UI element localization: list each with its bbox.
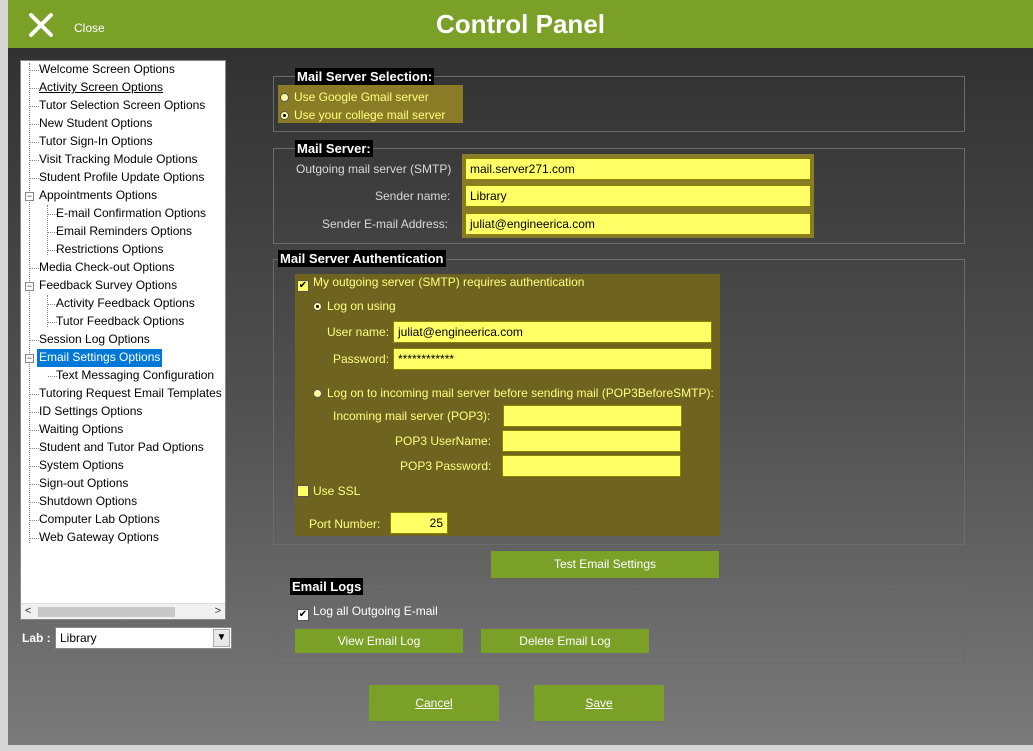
radio-gmail-button[interactable] xyxy=(280,93,289,102)
tree-expander-minus[interactable]: − xyxy=(25,192,34,201)
tree-item-activity-feedback[interactable]: Activity Feedback Options xyxy=(54,295,197,313)
smtp-label: Outgoing mail server (SMTP) xyxy=(296,162,452,176)
tree-item-email-reminders[interactable]: Email Reminders Options xyxy=(54,223,194,241)
sender-email-label: Sender E-mail Address: xyxy=(322,217,449,231)
tree-item-computer-lab[interactable]: Computer Lab Options xyxy=(37,511,162,529)
port-label: Port Number: xyxy=(309,517,381,531)
tree-item-new-student[interactable]: New Student Options xyxy=(37,115,154,133)
email-logs-title: Email Logs xyxy=(290,578,364,595)
log-all-label: Log all Outgoing E-mail xyxy=(313,604,438,618)
tree-expander-minus[interactable]: − xyxy=(25,282,34,291)
lab-select[interactable]: Library ▼ xyxy=(55,627,232,649)
mail-server-selection-title: Mail Server Selection: xyxy=(295,68,435,85)
tree-item-tutor-feedback[interactable]: Tutor Feedback Options xyxy=(54,313,186,331)
sender-name-field[interactable]: Library xyxy=(465,185,811,207)
tree-item-welcome-screen[interactable]: Welcome Screen Options xyxy=(37,61,177,79)
tree-item-id-settings[interactable]: ID Settings Options xyxy=(37,403,144,421)
tree-item-session-log[interactable]: Session Log Options xyxy=(37,331,152,349)
save-button[interactable]: Save xyxy=(534,685,664,721)
tree-item-shutdown[interactable]: Shutdown Options xyxy=(37,493,139,511)
use-ssl-check-icon[interactable] xyxy=(297,485,309,497)
tree-item-tutoring-request-templates[interactable]: Tutoring Request Email Templates xyxy=(37,385,224,403)
control-panel-window: Close Control Panel Welcome Screen Optio… xyxy=(8,0,1033,745)
radio-pop3-before-smtp-button[interactable] xyxy=(313,389,322,398)
mail-server-title: Mail Server: xyxy=(295,140,373,157)
scroll-left-icon[interactable]: < xyxy=(25,605,31,617)
tree-item-web-gateway[interactable]: Web Gateway Options xyxy=(37,529,161,547)
tree-item-feedback-survey[interactable]: Feedback Survey Options xyxy=(37,277,179,295)
tree-connector xyxy=(47,205,48,255)
use-ssl-label: Use SSL xyxy=(313,484,361,498)
tree-expander-minus[interactable]: − xyxy=(25,354,34,363)
requires-auth-label: My outgoing server (SMTP) requires authe… xyxy=(313,275,585,289)
cancel-button[interactable]: Cancel xyxy=(369,685,499,721)
lab-label: Lab : xyxy=(22,631,51,645)
test-email-settings-button[interactable]: Test Email Settings xyxy=(491,551,719,578)
tree-item-email-settings[interactable]: Email Settings Options xyxy=(37,349,163,367)
tree-item-sign-out[interactable]: Sign-out Options xyxy=(37,475,130,493)
tree-connector xyxy=(29,63,30,543)
tree-item-activity-screen[interactable]: Activity Screen Options xyxy=(37,79,165,97)
requires-auth-checkbox[interactable]: ✔ My outgoing server (SMTP) requires auth… xyxy=(297,275,584,292)
view-email-log-button[interactable]: View Email Log xyxy=(295,629,463,653)
port-field[interactable]: 25 xyxy=(390,512,448,534)
title-bar: Close Control Panel xyxy=(8,0,1033,48)
mail-auth-title: Mail Server Authentication xyxy=(278,250,446,267)
radio-college-button[interactable] xyxy=(280,111,289,120)
pop3-password-field[interactable] xyxy=(502,455,681,477)
tree-item-email-confirmation[interactable]: E-mail Confirmation Options xyxy=(54,205,208,223)
tree-item-restrictions[interactable]: Restrictions Options xyxy=(54,241,165,259)
log-all-check-icon[interactable]: ✔ xyxy=(297,609,309,621)
scroll-right-icon[interactable]: > xyxy=(215,605,221,617)
username-field[interactable]: juliat@engineerica.com xyxy=(393,321,712,343)
radio-logon-using-button[interactable] xyxy=(313,302,322,311)
tree-item-student-tutor-pad[interactable]: Student and Tutor Pad Options xyxy=(37,439,206,457)
tree-item-student-profile[interactable]: Student Profile Update Options xyxy=(37,169,206,187)
password-field[interactable]: ************ xyxy=(393,348,712,370)
options-tree[interactable]: Welcome Screen Options Activity Screen O… xyxy=(20,60,226,620)
delete-email-log-button[interactable]: Delete Email Log xyxy=(481,629,649,653)
tree-item-visit-tracking[interactable]: Visit Tracking Module Options xyxy=(37,151,200,169)
smtp-server-field[interactable]: mail.server271.com xyxy=(465,158,811,180)
radio-gmail[interactable]: Use Google Gmail server xyxy=(280,90,429,104)
chevron-down-icon[interactable]: ▼ xyxy=(213,629,230,647)
log-all-checkbox[interactable]: ✔ Log all Outgoing E-mail xyxy=(297,604,438,621)
radio-pop3-before-smtp[interactable]: Log on to incoming mail server before se… xyxy=(313,386,714,400)
tree-item-tutor-selection[interactable]: Tutor Selection Screen Options xyxy=(37,97,207,115)
tree-item-system[interactable]: System Options xyxy=(37,457,126,475)
username-label: User name: xyxy=(327,325,390,339)
use-ssl-checkbox[interactable]: Use SSL xyxy=(297,484,360,498)
password-label: Password: xyxy=(333,352,390,366)
tree-item-text-messaging[interactable]: Text Messaging Configuration xyxy=(54,367,216,385)
radio-logon-using-label: Log on using xyxy=(327,299,396,313)
pop3-password-label: POP3 Password: xyxy=(400,459,492,473)
lab-select-value: Library xyxy=(60,631,97,645)
pop3-server-label: Incoming mail server (POP3): xyxy=(333,409,491,423)
scrollbar-thumb[interactable] xyxy=(38,607,175,617)
sender-email-field[interactable]: juliat@engineerica.com xyxy=(465,213,811,235)
window-title: Control Panel xyxy=(435,9,605,39)
pop3-user-field[interactable] xyxy=(502,430,681,452)
sender-name-label: Sender name: xyxy=(375,189,451,203)
tree-item-media-checkout[interactable]: Media Check-out Options xyxy=(37,259,176,277)
horizontal-scrollbar[interactable]: < > xyxy=(21,603,225,619)
radio-pop3-before-smtp-label: Log on to incoming mail server before se… xyxy=(327,386,714,400)
pop3-user-label: POP3 UserName: xyxy=(395,434,492,448)
radio-logon-using[interactable]: Log on using xyxy=(313,299,396,313)
tree-item-appointments[interactable]: Appointments Options xyxy=(37,187,159,205)
pop3-server-field[interactable] xyxy=(503,405,682,427)
requires-auth-check-icon[interactable]: ✔ xyxy=(297,280,309,292)
radio-gmail-label: Use Google Gmail server xyxy=(294,90,429,104)
tree-item-waiting[interactable]: Waiting Options xyxy=(37,421,125,439)
radio-college-label: Use your college mail server xyxy=(294,108,446,122)
radio-college[interactable]: Use your college mail server xyxy=(280,108,445,122)
tree-item-tutor-sign-in[interactable]: Tutor Sign-In Options xyxy=(37,133,155,151)
